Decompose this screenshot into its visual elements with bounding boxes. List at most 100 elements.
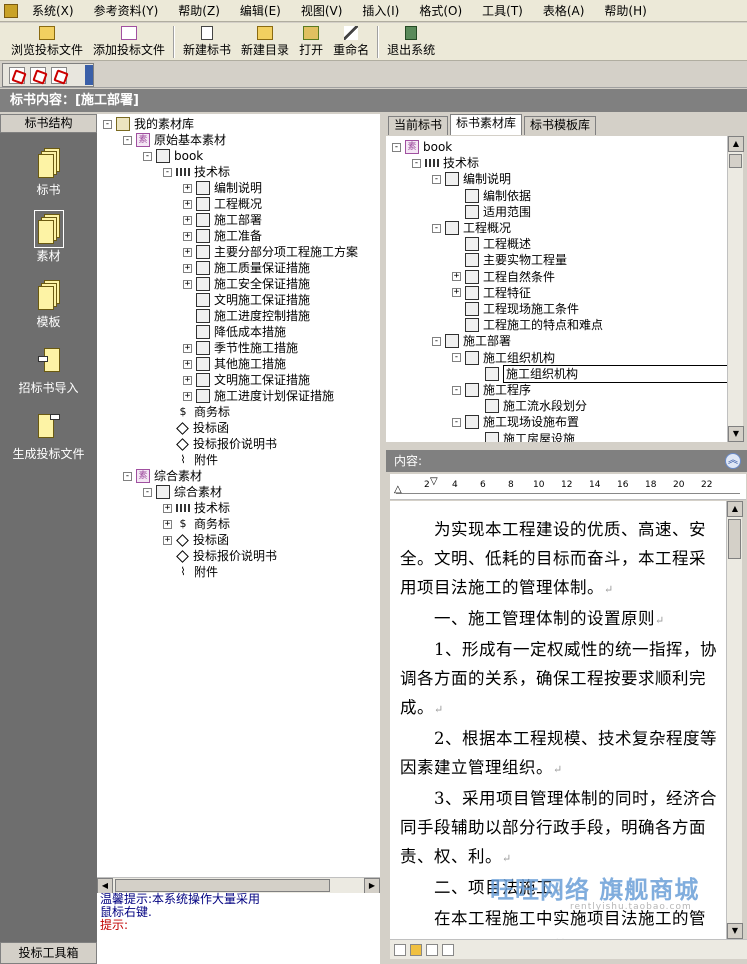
tree-node[interactable]: + 施工安全保证措施 (183, 276, 310, 292)
browse-button[interactable]: 浏览投标文件 (6, 24, 88, 60)
menu-edit[interactable]: 编辑(E) (230, 1, 291, 21)
expand-icon[interactable]: + (452, 272, 461, 282)
pdf-export-icon[interactable] (30, 66, 46, 84)
tree-node[interactable]: 工程概述 (452, 236, 531, 252)
tree-node[interactable]: 文明施工保证措施 (183, 292, 310, 308)
collapse-icon[interactable]: - (392, 142, 401, 152)
tree-node[interactable]: - book (143, 148, 203, 164)
tree-node[interactable]: + 工程特征 (452, 285, 531, 301)
menu-help-h[interactable]: 帮助(H) (594, 1, 656, 21)
tree-node[interactable]: - 工程概况 (432, 220, 511, 236)
expand-icon[interactable]: + (183, 247, 192, 257)
menu-table[interactable]: 表格(A) (533, 1, 595, 21)
scroll-down-icon[interactable]: ▼ (727, 923, 743, 939)
expand-icon[interactable]: + (183, 263, 192, 273)
collapse-icon[interactable]: - (103, 119, 112, 129)
tree-node[interactable]: 主要实物工程量 (452, 252, 567, 268)
rename-button[interactable]: 重命名 (328, 24, 374, 60)
tree-node[interactable]: + 工程自然条件 (452, 269, 555, 285)
normal-view-icon[interactable] (394, 943, 406, 956)
library-tree-scrollbar[interactable]: ▲ ▼ (727, 136, 744, 442)
tree-node[interactable]: + 施工进度计划保证措施 (183, 388, 334, 404)
tree-node[interactable]: + 工程概况 (183, 196, 262, 212)
left-nav-header[interactable]: 标书结构 (0, 114, 97, 133)
menu-view[interactable]: 视图(V) (291, 1, 353, 21)
tree-node[interactable]: 工程现场施工条件 (452, 301, 579, 317)
collapse-icon[interactable]: - (123, 471, 132, 481)
nav-bid[interactable]: 标书 (0, 148, 97, 198)
expand-icon[interactable]: + (163, 519, 172, 529)
nav-template[interactable]: 模板 (0, 280, 97, 330)
menu-help-z[interactable]: 帮助(Z) (168, 1, 230, 21)
expand-icon[interactable]: + (183, 391, 192, 401)
tree-node[interactable]: - 施工现场设施布置 (452, 414, 579, 430)
expand-icon[interactable]: + (183, 359, 192, 369)
exit-button[interactable]: 退出系统 (382, 24, 440, 60)
collapse-icon[interactable]: - (163, 167, 172, 177)
menu-reference[interactable]: 参考资料(Y) (84, 1, 169, 21)
page-view-icon[interactable] (410, 943, 422, 956)
tab-material-library[interactable]: 标书素材库 (450, 114, 523, 135)
nav-material[interactable]: 素材 (0, 210, 97, 264)
reading-view-icon[interactable] (442, 943, 454, 956)
scroll-up-icon[interactable]: ▲ (727, 501, 743, 517)
pdf-print-icon[interactable] (51, 66, 67, 84)
tab-template-library[interactable]: 标书模板库 (524, 116, 597, 135)
menu-tools[interactable]: 工具(T) (472, 1, 533, 21)
tree-node[interactable]: - 技术标 (163, 164, 230, 180)
collapse-up-icon[interactable]: ︽ (725, 453, 741, 469)
new-bid-button[interactable]: 新建标书 (178, 24, 236, 60)
first-indent-icon[interactable]: ▽ (430, 476, 438, 487)
tree-node[interactable]: 投标函 (163, 420, 229, 436)
toolbar-dropdown-icon[interactable] (85, 65, 93, 85)
tree-node[interactable]: + 施工质量保证措施 (183, 260, 310, 276)
scroll-thumb[interactable] (728, 519, 741, 559)
tree-node[interactable]: - 素原始基本素材 (123, 132, 226, 148)
collapse-icon[interactable]: - (452, 385, 461, 395)
tree-node[interactable]: 施工组织机构 (472, 364, 728, 383)
tree-node[interactable]: 投标报价说明书 (163, 436, 277, 452)
tree-node[interactable]: + 施工部署 (183, 212, 262, 228)
tree-node[interactable]: 施工房屋设施 (472, 431, 575, 442)
tree-node[interactable]: - 施工组织机构 (452, 350, 555, 366)
collapse-icon[interactable]: - (412, 158, 421, 168)
tree-node[interactable]: + 投标函 (163, 532, 229, 548)
scroll-down-icon[interactable]: ▼ (728, 426, 744, 442)
tree-node[interactable]: 适用范围 (452, 204, 531, 220)
tree-node[interactable]: - 施工部署 (432, 333, 511, 349)
menu-format[interactable]: 格式(O) (409, 1, 472, 21)
tree-horizontal-scrollbar[interactable]: ◀ ▶ (97, 877, 380, 894)
tree-node[interactable]: 编制依据 (452, 188, 531, 204)
tree-node[interactable]: 投标报价说明书 (163, 548, 277, 564)
expand-icon[interactable]: + (183, 231, 192, 241)
expand-icon[interactable]: + (183, 279, 192, 289)
menu-system[interactable]: 系统(X) (22, 1, 84, 21)
tree-node[interactable]: + 季节性施工措施 (183, 340, 298, 356)
tree-node[interactable]: + 主要分部分项工程施工方案 (183, 244, 358, 260)
tree-node[interactable]: 工程施工的特点和难点 (452, 317, 603, 333)
expand-icon[interactable]: + (183, 183, 192, 193)
tree-node[interactable]: 降低成本措施 (183, 324, 286, 340)
tree-node[interactable]: ⌇ 附件 (163, 564, 218, 580)
outline-view-icon[interactable] (426, 943, 438, 956)
toolbox-button[interactable]: 投标工具箱 (0, 942, 97, 964)
collapse-icon[interactable]: - (143, 487, 152, 497)
tree-node[interactable]: ⌇ 附件 (163, 452, 218, 468)
nav-import[interactable]: 招标书导入 (0, 346, 97, 396)
collapse-icon[interactable]: - (452, 353, 461, 363)
add-file-button[interactable]: 添加投标文件 (88, 24, 170, 60)
expand-icon[interactable]: + (163, 503, 172, 513)
tree-node[interactable]: + 编制说明 (183, 180, 262, 196)
tree-node[interactable]: + 其他施工措施 (183, 356, 286, 372)
tree-node[interactable]: + 技术标 (163, 500, 230, 516)
nav-generate[interactable]: 生成投标文件 (0, 412, 97, 462)
collapse-icon[interactable]: - (143, 151, 152, 161)
indent-marker-icon[interactable]: △ (394, 484, 402, 495)
tree-node[interactable]: 施工进度控制措施 (183, 308, 310, 324)
expand-icon[interactable]: + (163, 535, 172, 545)
open-button[interactable]: 打开 (294, 24, 328, 60)
scroll-up-icon[interactable]: ▲ (728, 136, 744, 152)
tree-node[interactable]: + 施工准备 (183, 228, 262, 244)
collapse-icon[interactable]: - (432, 336, 441, 346)
scroll-thumb[interactable] (729, 154, 742, 168)
